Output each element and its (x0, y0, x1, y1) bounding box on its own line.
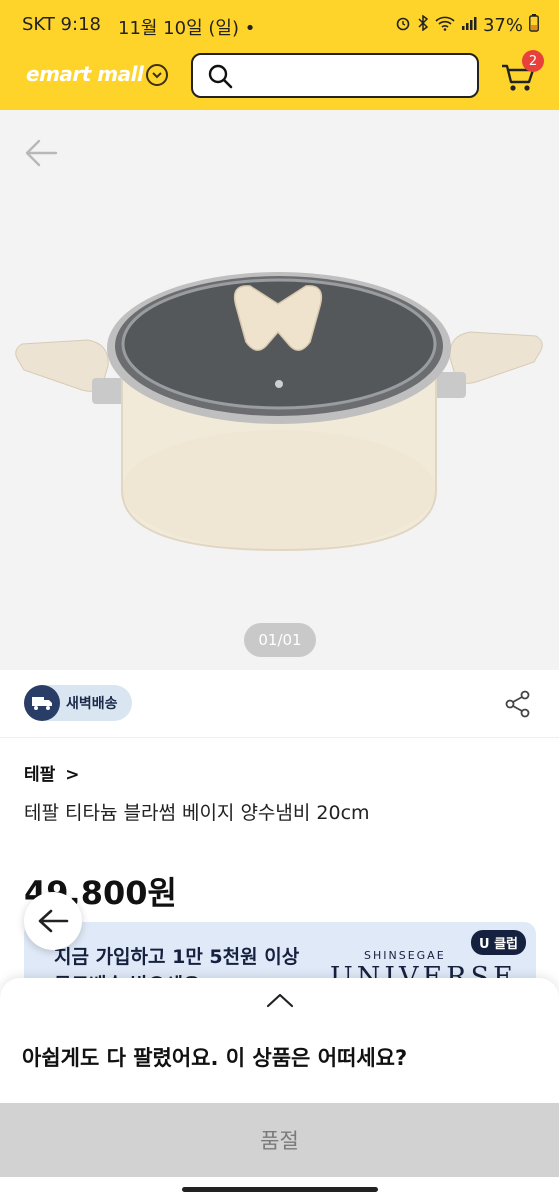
mall-switch-chevron-icon[interactable] (146, 64, 168, 86)
arrow-left-icon (25, 139, 58, 167)
image-counter: 01/01 (244, 623, 316, 657)
signal-icon (461, 15, 477, 36)
delivery-label: 새벽배송 (66, 696, 118, 712)
status-time: SKT 9:18 (22, 14, 101, 35)
share-button[interactable] (505, 690, 531, 722)
product-name: 테팔 티타늄 블라썸 베이지 양수냄비 20cm (24, 802, 370, 824)
alarm-icon (395, 15, 411, 36)
truck-icon (24, 685, 60, 721)
battery-icon (529, 14, 539, 37)
back-button[interactable] (24, 138, 58, 172)
product-image (15, 272, 543, 552)
cart-count-badge: 2 (522, 50, 544, 72)
status-date: 11월 10일 (일) • (118, 18, 256, 39)
sold-out-button[interactable]: 품절 (0, 1103, 559, 1177)
floating-back-button[interactable] (24, 892, 82, 950)
bluetooth-icon (417, 14, 429, 36)
home-indicator[interactable] (182, 1187, 378, 1192)
banner-brand-small: SHINSEGAE (364, 949, 446, 962)
emart-mall-logo[interactable]: emart mall (26, 62, 144, 86)
arrow-left-icon (38, 909, 69, 933)
search-icon (207, 63, 233, 93)
product-image-gallery[interactable] (0, 110, 559, 670)
status-icons: 37% (395, 14, 539, 37)
brand-link[interactable]: 테팔 > (24, 760, 79, 785)
u-club-badge: U 클럽 (470, 930, 526, 955)
share-icon (505, 690, 530, 718)
collapse-sheet-button[interactable] (266, 992, 294, 1012)
section-divider (0, 737, 559, 738)
wifi-icon (435, 15, 455, 36)
status-bar: SKT 9:18 11월 10일 (일) • 37% (0, 0, 559, 50)
chevron-up-icon (266, 993, 294, 1008)
battery-percent: 37% (482, 15, 523, 36)
banner-line-1: 지금 가입하고 1만 5천원 이상 (54, 946, 300, 968)
search-input[interactable] (191, 53, 479, 98)
chevron-right-icon: > (65, 765, 80, 785)
sold-out-message: 아쉽게도 다 팔렸어요. 이 상품은 어떠세요? (22, 1046, 408, 1070)
dawn-delivery-badge: 새벽배송 (24, 685, 132, 721)
